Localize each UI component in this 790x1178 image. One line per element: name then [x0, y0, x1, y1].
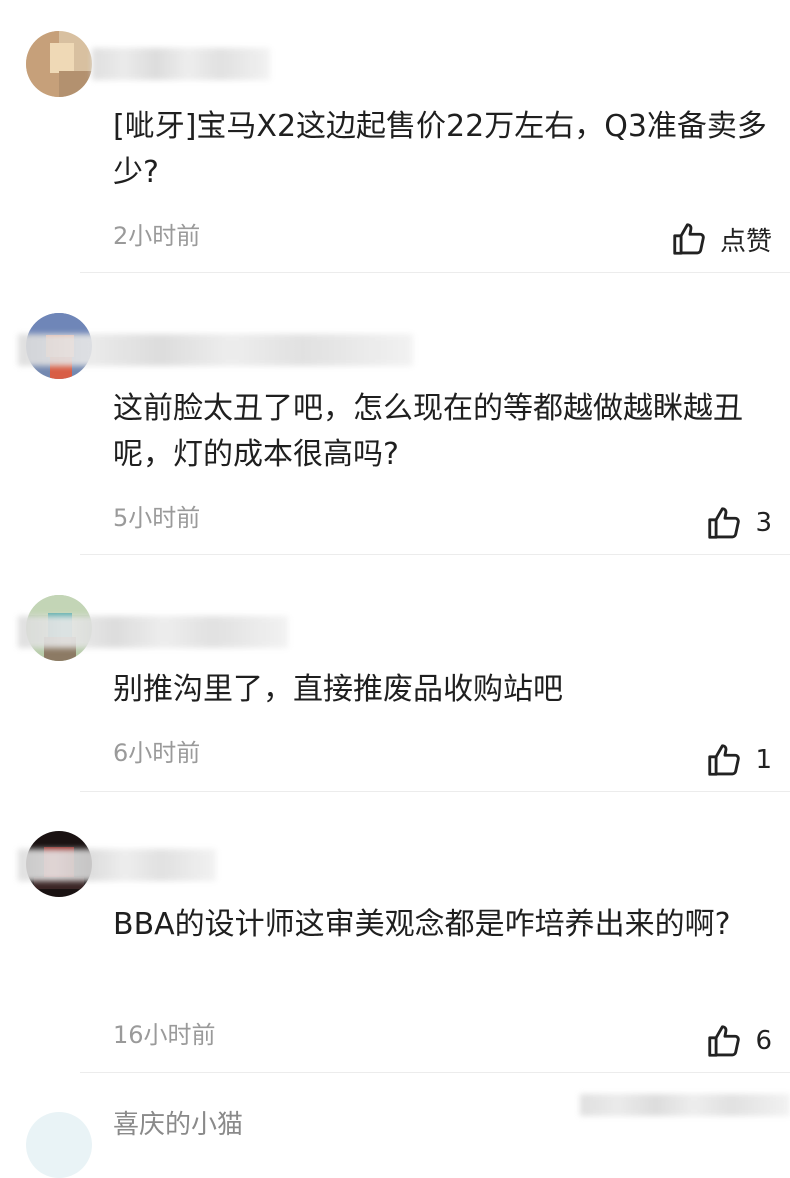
comment-time: 5小时前	[113, 504, 201, 532]
comment-text: 这前脸太丑了吧，怎么现在的等都越做越眯越丑呢，灯的成本很高吗?	[113, 391, 743, 472]
username-blurred[interactable]	[18, 849, 216, 881]
divider	[80, 791, 790, 792]
divider	[80, 1072, 790, 1073]
like-count: 点赞	[719, 226, 772, 257]
comment-text: BBA的设计师这审美观念都是咋培养出来的啊?	[113, 907, 731, 942]
username-blurred[interactable]	[18, 616, 288, 648]
username-blurred[interactable]	[92, 48, 270, 80]
thumbs-up-icon	[708, 744, 741, 776]
like-count: 6	[755, 1026, 772, 1056]
username-blurred[interactable]	[18, 334, 413, 366]
like-button[interactable]: 点赞	[670, 219, 772, 259]
comment-text: [呲牙]宝马X2这边起售价22万左右，Q3准备卖多少?	[113, 109, 767, 190]
like-count: 3	[755, 508, 772, 538]
thumbs-up-icon	[673, 223, 705, 255]
comment-time: 6小时前	[113, 739, 201, 767]
like-button[interactable]: 1	[705, 740, 772, 780]
like-count: 1	[755, 745, 772, 775]
thumbs-up-icon	[708, 1025, 741, 1057]
like-button[interactable]: 3	[705, 503, 772, 543]
thumbs-up-icon	[708, 507, 741, 539]
divider	[80, 554, 790, 555]
like-button[interactable]: 6	[705, 1021, 772, 1061]
divider	[80, 272, 790, 273]
comment-time: 16小时前	[113, 1021, 216, 1049]
username-blurred	[580, 1094, 790, 1116]
comment-text: 别推沟里了，直接推废品收购站吧	[113, 672, 563, 707]
avatar[interactable]	[26, 31, 92, 97]
avatar[interactable]	[26, 1112, 92, 1178]
username[interactable]: 喜庆的小猫	[113, 1110, 243, 1140]
comment-time: 2小时前	[113, 222, 201, 250]
